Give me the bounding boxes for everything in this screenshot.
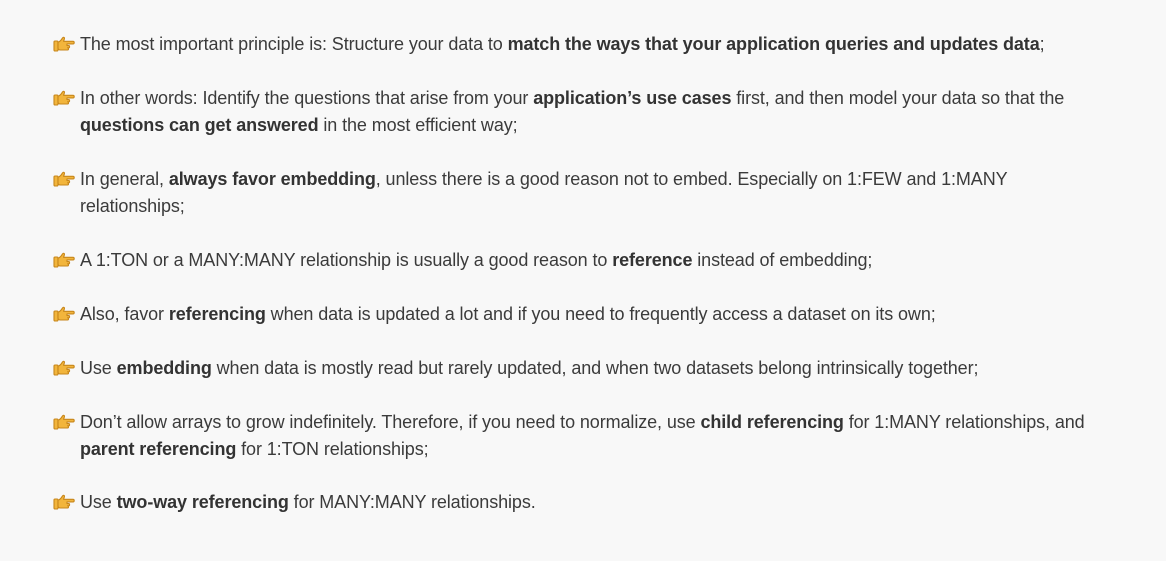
item-text: Use embedding when data is mostly read b… [80,358,979,378]
item-text: Use two-way referencing for MANY:MANY re… [80,492,536,512]
pointing-hand-icon [53,90,75,106]
principles-list: The most important principle is: Structu… [0,0,1166,561]
pointing-hand-icon [53,252,75,268]
pointing-hand-icon [53,306,75,322]
list-item: Don’t allow arrays to grow indefinitely.… [52,412,1112,463]
item-text: The most important principle is: Structu… [80,34,1045,54]
list-item: A 1:TON or a MANY:MANY relationship is u… [52,250,1112,274]
list-item: The most important principle is: Structu… [52,34,1112,58]
list-item: In general, always favor embedding, unle… [52,169,1112,220]
item-text: In general, always favor embedding, unle… [80,169,1008,216]
pointing-hand-icon [53,36,75,52]
item-text: In other words: Identify the questions t… [80,88,1065,135]
pointing-hand-icon [53,360,75,376]
list-item: In other words: Identify the questions t… [52,88,1112,139]
pointing-hand-icon [53,414,75,430]
pointing-hand-icon [53,494,75,510]
item-text: A 1:TON or a MANY:MANY relationship is u… [80,250,873,270]
item-text: Also, favor referencing when data is upd… [80,304,936,324]
item-text: Don’t allow arrays to grow indefinitely.… [80,412,1085,459]
list-item: Use two-way referencing for MANY:MANY re… [52,492,1112,516]
pointing-hand-icon [53,171,75,187]
list-item: Use embedding when data is mostly read b… [52,358,1112,382]
list-item: Also, favor referencing when data is upd… [52,304,1112,328]
